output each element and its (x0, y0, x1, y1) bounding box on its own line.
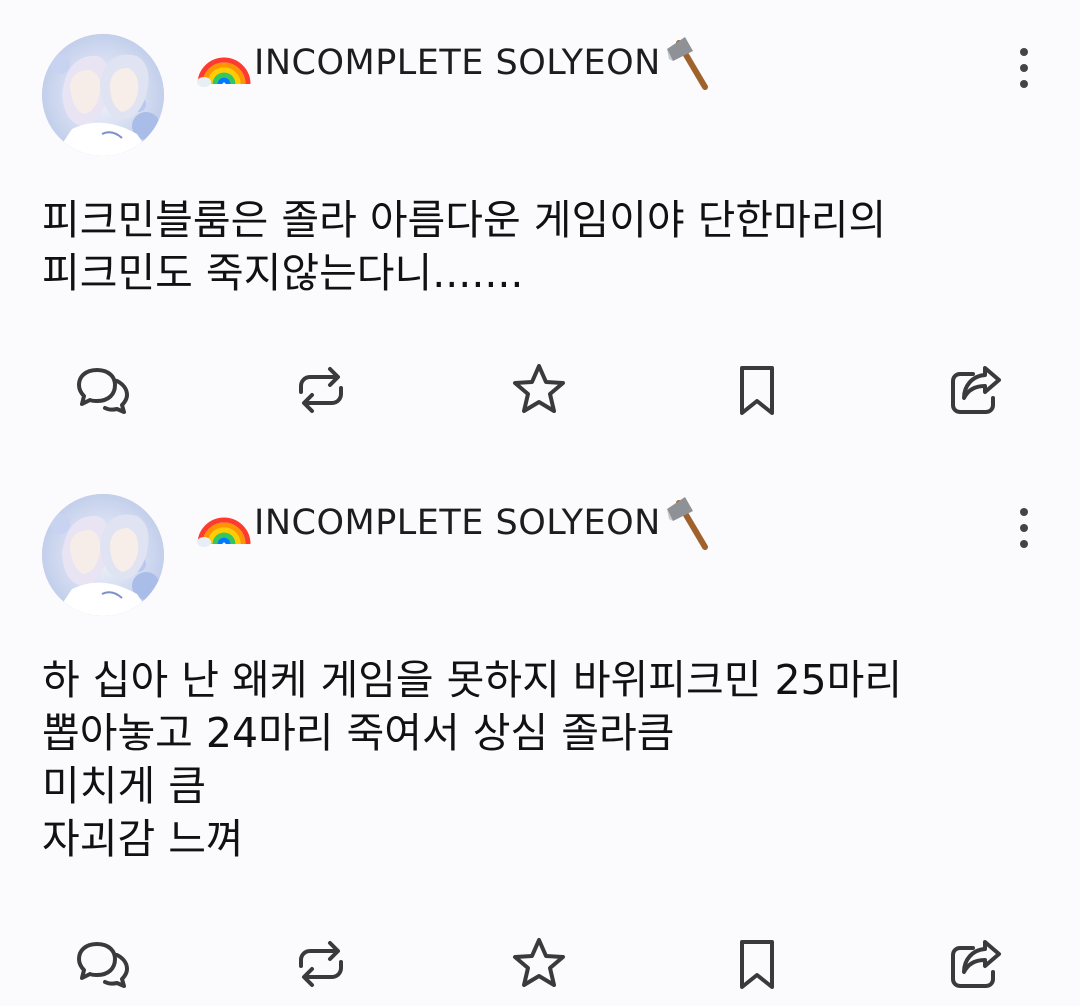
dot (1020, 64, 1028, 72)
reply-button[interactable] (73, 934, 133, 994)
bookmark-icon (740, 366, 774, 415)
author-name-row[interactable]: INCOMPLETE SOLYEON (196, 35, 715, 91)
share-icon (951, 366, 1001, 414)
rainbow-icon (196, 38, 252, 88)
repost-button[interactable] (291, 360, 351, 420)
rainbow-icon (196, 498, 252, 548)
dot (1020, 48, 1028, 56)
post-actions (0, 360, 1080, 420)
post-text: 피크민블룸은 졸라 아름다운 게임이야 단한마리의 피크민도 죽지않는다니...… (42, 196, 887, 297)
author-name: INCOMPLETE SOLYEON (254, 43, 661, 83)
reply-button[interactable] (73, 360, 133, 420)
reply-icon (77, 942, 129, 988)
avatar[interactable] (42, 494, 164, 616)
star-icon (513, 364, 565, 413)
share-button[interactable] (946, 360, 1006, 420)
bookmark-button[interactable] (727, 360, 787, 420)
post-actions (0, 934, 1080, 994)
favorite-button[interactable] (509, 360, 569, 420)
axe-icon (663, 35, 715, 91)
repost-icon (299, 941, 343, 987)
author-name: INCOMPLETE SOLYEON (254, 503, 661, 543)
star-icon (513, 938, 565, 987)
avatar[interactable] (42, 34, 164, 156)
repost-icon (299, 367, 343, 413)
share-button[interactable] (946, 934, 1006, 994)
axe-icon (663, 495, 715, 551)
repost-button[interactable] (291, 934, 351, 994)
dot (1020, 80, 1028, 88)
share-icon (951, 940, 1001, 988)
dot (1020, 540, 1028, 548)
more-options-button[interactable] (1006, 498, 1042, 558)
author-name-row[interactable]: INCOMPLETE SOLYEON (196, 495, 715, 551)
dot (1020, 524, 1028, 532)
more-options-button[interactable] (1006, 38, 1042, 98)
dot (1020, 508, 1028, 516)
post-text: 하 십아 난 왜케 게임을 못하지 바위피크민 25마리 뽑아놓고 24마리 죽… (42, 656, 903, 863)
favorite-button[interactable] (509, 934, 569, 994)
bookmark-icon (740, 940, 774, 989)
reply-icon (77, 368, 129, 414)
bookmark-button[interactable] (727, 934, 787, 994)
